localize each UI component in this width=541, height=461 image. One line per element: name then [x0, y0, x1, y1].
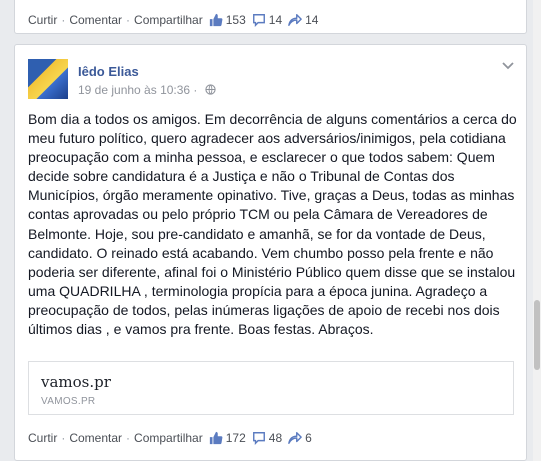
post-card: Iêdo Elias 19 de junho às 10:36 · Bom di… [14, 44, 527, 461]
chevron-down-icon[interactable] [502, 61, 514, 71]
timestamp-text: 19 de junho às 10:36 · [78, 83, 198, 97]
comment-icon [252, 14, 265, 27]
like-link[interactable]: Curtir [28, 431, 57, 445]
comments-count: 14 [268, 13, 283, 27]
share-icon [288, 14, 302, 26]
previous-post-card: Curtir · Comentar · Compartilhar 153 14 … [14, 0, 527, 34]
link-title: vamos.pr [41, 373, 111, 391]
link-preview[interactable]: vamos.pr VAMOS.PR [28, 361, 514, 415]
post-body: Bom dia a todos os amigos. Em decorrênci… [28, 111, 517, 338]
comment-icon [252, 432, 265, 445]
shares-count: 6 [305, 431, 312, 445]
globe-icon [205, 84, 216, 95]
like-link[interactable]: Curtir [28, 13, 57, 27]
thumbs-up-icon [209, 13, 223, 27]
comment-link[interactable]: Comentar [69, 13, 122, 27]
separator-dot: · [61, 431, 66, 445]
thumbs-up-icon [209, 431, 223, 445]
comments-count: 48 [268, 431, 283, 445]
comment-link[interactable]: Comentar [69, 431, 122, 445]
likes-counter[interactable]: 153 [209, 13, 246, 27]
author-name[interactable]: Iêdo Elias [78, 64, 139, 79]
share-link[interactable]: Compartilhar [134, 13, 203, 27]
share-icon [288, 432, 302, 444]
likes-count: 153 [225, 13, 246, 27]
avatar[interactable] [28, 59, 68, 99]
link-domain: VAMOS.PR [41, 396, 96, 407]
share-link[interactable]: Compartilhar [134, 431, 203, 445]
separator-dot: · [126, 431, 131, 445]
post-actions: Curtir · Comentar · Compartilhar 172 48 … [28, 429, 312, 447]
shares-counter[interactable]: 6 [288, 431, 312, 445]
separator-dot: · [126, 13, 131, 27]
comments-counter[interactable]: 48 [252, 431, 282, 445]
separator-dot: · [61, 13, 66, 27]
likes-counter[interactable]: 172 [209, 431, 246, 445]
previous-post-actions: Curtir · Comentar · Compartilhar 153 14 … [28, 11, 318, 29]
scrollbar-thumb[interactable] [534, 300, 540, 370]
shares-counter[interactable]: 14 [288, 13, 318, 27]
likes-count: 172 [225, 431, 246, 445]
scrollbar[interactable] [533, 0, 541, 461]
shares-count: 14 [305, 13, 319, 27]
post-timestamp[interactable]: 19 de junho às 10:36 · [78, 83, 216, 97]
comments-counter[interactable]: 14 [252, 13, 282, 27]
